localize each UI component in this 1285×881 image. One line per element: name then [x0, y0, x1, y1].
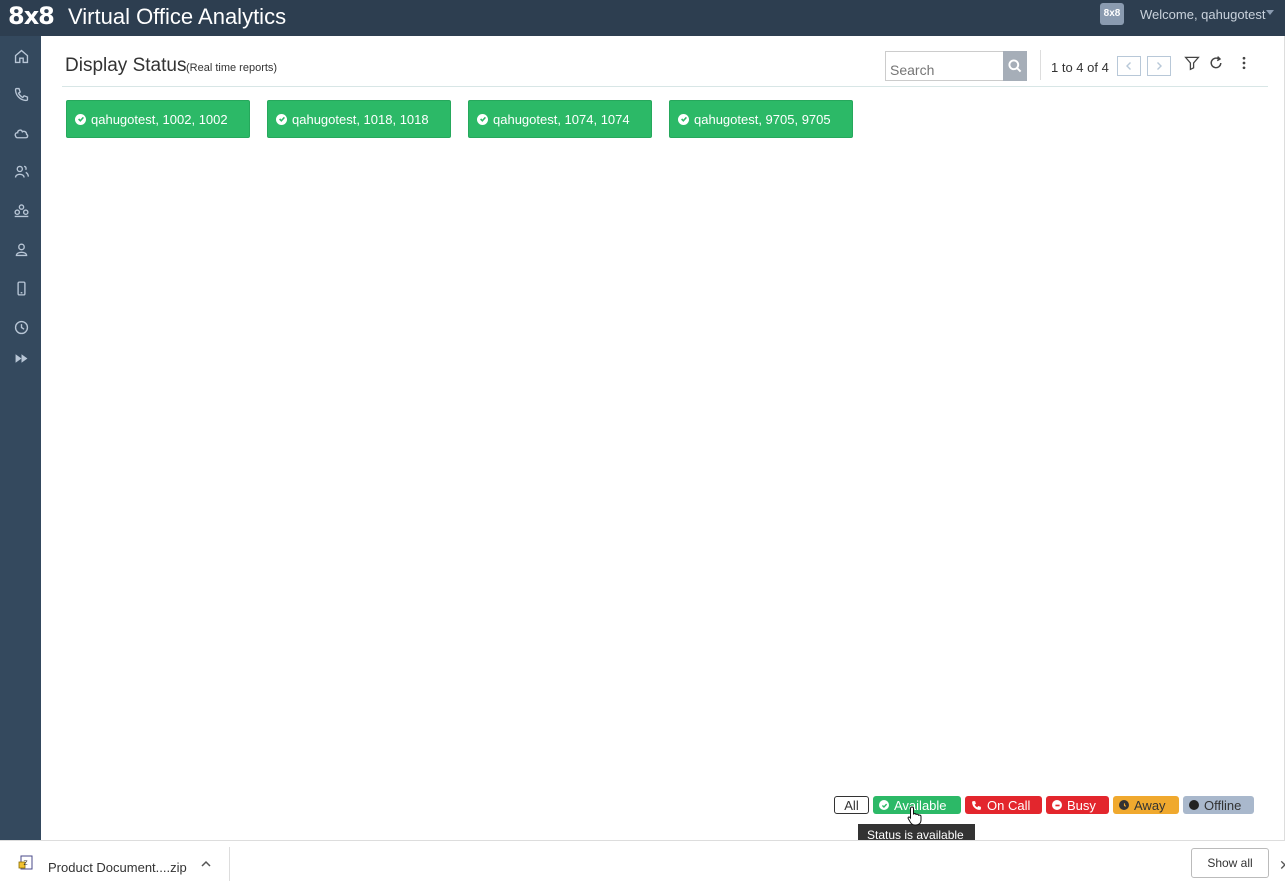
filter-offline-button[interactable]: Offline [1183, 796, 1254, 814]
clock-icon [14, 320, 28, 334]
phone-icon [14, 87, 28, 101]
fast-forward-icon [15, 353, 27, 363]
circle-icon [1189, 800, 1199, 810]
tooltip: Status is available [858, 824, 975, 840]
clock-icon [1119, 800, 1129, 810]
previous-page-button[interactable] [1117, 56, 1141, 76]
next-page-button[interactable] [1147, 56, 1171, 76]
users-icon [14, 165, 29, 178]
status-card-label: qahugotest, 1074, 1074 [493, 111, 630, 127]
sidebar-item-users[interactable] [10, 160, 32, 182]
filter-away-button[interactable]: Away [1113, 796, 1179, 814]
user-icon [15, 243, 27, 256]
check-circle-icon [276, 113, 287, 125]
filter-all-label: All [844, 797, 859, 813]
search-button[interactable] [1003, 51, 1027, 81]
filter-button[interactable] [1183, 54, 1201, 72]
download-divider [229, 847, 230, 881]
status-card[interactable]: qahugotest, 9705, 9705 [669, 100, 853, 138]
refresh-icon [1210, 56, 1222, 69]
mobile-icon [16, 280, 26, 296]
filter-on-call-label: On Call [987, 797, 1031, 813]
filter-away-label: Away [1134, 797, 1166, 813]
check-circle-icon [678, 113, 689, 125]
chevron-right-icon [1157, 62, 1162, 70]
pager-count: 1 to 4 of 4 [1051, 60, 1109, 75]
sidebar-item-mobile[interactable] [10, 277, 32, 299]
top-bar: 8x8 Virtual Office Analytics 8x8 Welcome… [0, 0, 1285, 36]
chevron-left-icon [1126, 62, 1131, 70]
filter-busy-button[interactable]: Busy [1046, 796, 1109, 814]
main-content [41, 36, 1285, 840]
sidebar-item-groups[interactable] [10, 199, 32, 221]
sidebar-item-history[interactable] [10, 316, 32, 338]
sidebar-item-expand[interactable] [10, 347, 32, 369]
brand-logo[interactable]: 8x8 [8, 2, 55, 30]
sidebar-item-calls[interactable] [10, 83, 32, 105]
more-options-button[interactable] [1235, 54, 1253, 72]
filter-busy-label: Busy [1067, 797, 1096, 813]
sidebar-item-cloud[interactable] [10, 122, 32, 144]
cloud-icon [14, 128, 28, 138]
status-card-label: qahugotest, 1018, 1018 [292, 111, 429, 127]
hand-cursor-icon [907, 806, 922, 826]
status-card[interactable]: qahugotest, 1002, 1002 [66, 100, 250, 138]
page-subtitle: (Real time reports) [186, 62, 278, 74]
filter-offline-label: Offline [1204, 797, 1242, 813]
download-bar: Z Product Document....zip Show all ✕ [0, 840, 1285, 881]
search-icon [1008, 59, 1022, 73]
status-card-label: qahugotest, 1002, 1002 [91, 111, 228, 127]
filter-all-button[interactable]: All [834, 796, 869, 814]
sidebar-item-user[interactable] [10, 238, 32, 260]
page-title: Display Status [65, 55, 187, 76]
user-menu[interactable]: Welcome, qahugotest [1140, 7, 1266, 22]
minus-circle-icon [1052, 800, 1062, 810]
show-all-button[interactable]: Show all [1191, 848, 1269, 878]
home-icon [14, 49, 28, 63]
status-card[interactable]: qahugotest, 1074, 1074 [468, 100, 652, 138]
caret-down-icon[interactable] [1266, 10, 1274, 15]
chevron-up-icon[interactable] [199, 857, 213, 871]
status-card-label: qahugotest, 9705, 9705 [694, 111, 831, 127]
filter-icon [1184, 56, 1200, 71]
download-file-name[interactable]: Product Document....zip [48, 860, 187, 875]
phone-icon [972, 800, 981, 810]
toolbar-divider [1040, 50, 1041, 80]
more-vertical-icon [1242, 56, 1246, 70]
refresh-button[interactable] [1207, 54, 1225, 72]
sidebar [0, 36, 41, 840]
check-circle-icon [477, 113, 488, 125]
sidebar-item-home[interactable] [10, 45, 32, 67]
zip-file-icon[interactable]: Z [18, 855, 34, 871]
check-circle-icon [75, 113, 86, 125]
close-icon[interactable]: ✕ [1279, 857, 1285, 874]
check-circle-icon [879, 800, 889, 810]
avatar[interactable]: 8x8 [1100, 3, 1124, 25]
search-input[interactable] [885, 51, 1003, 81]
filter-on-call-button[interactable]: On Call [965, 796, 1042, 814]
svg-text:Z: Z [24, 860, 28, 867]
header-divider [62, 86, 1268, 87]
status-card[interactable]: qahugotest, 1018, 1018 [267, 100, 451, 138]
app-title: Virtual Office Analytics [68, 4, 287, 29]
groups-icon [13, 203, 29, 217]
